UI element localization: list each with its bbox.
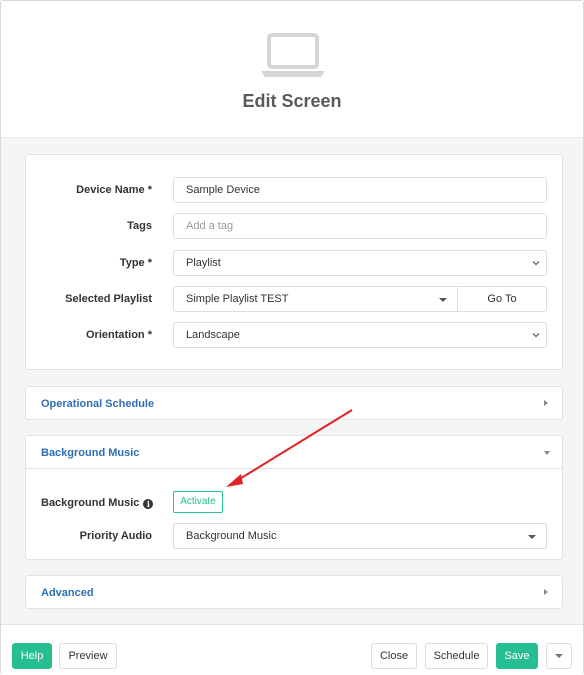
advanced-panel: Advanced	[25, 575, 563, 609]
chevron-down-icon	[532, 333, 540, 338]
info-icon[interactable]: i	[143, 499, 154, 509]
save-options-dropdown[interactable]	[546, 643, 572, 669]
selected-playlist-label: Selected Playlist	[65, 293, 152, 305]
modal-footer: Help Preview Close Schedule Save	[1, 624, 583, 675]
chevron-down-icon	[532, 261, 540, 266]
device-name-input[interactable]: Sample Device	[173, 177, 547, 203]
orientation-value: Landscape	[186, 329, 240, 341]
background-music-label: Background Music i	[41, 497, 154, 509]
modal-body: Device Name * Sample Device Tags Add a t…	[1, 137, 583, 624]
caret-down-icon	[555, 654, 563, 658]
type-value: Playlist	[186, 257, 221, 269]
priority-audio-select[interactable]: Background Music	[173, 523, 547, 549]
preview-button[interactable]: Preview	[59, 643, 117, 669]
tags-label: Tags	[127, 220, 152, 232]
caret-right-icon	[544, 589, 548, 595]
background-music-label-text: Background Music	[41, 497, 140, 509]
background-music-title: Background Music	[41, 447, 140, 459]
priority-audio-row: Priority Audio Background Music	[26, 523, 564, 550]
tags-row: Tags Add a tag	[26, 213, 564, 240]
operational-schedule-panel: Operational Schedule	[25, 386, 563, 420]
background-music-row: Background Music i Activate	[26, 491, 564, 518]
activate-button[interactable]: Activate	[173, 491, 223, 513]
go-to-button[interactable]: Go To	[457, 286, 547, 312]
operational-schedule-title: Operational Schedule	[41, 398, 155, 410]
selected-playlist-row: Selected Playlist Simple Playlist TEST G…	[26, 286, 564, 313]
schedule-button[interactable]: Schedule	[425, 643, 488, 669]
advanced-title: Advanced	[41, 587, 94, 599]
background-music-header[interactable]: Background Music	[26, 436, 564, 469]
close-button[interactable]: Close	[371, 643, 417, 669]
modal-header: Edit Screen	[1, 1, 583, 137]
caret-down-icon	[528, 535, 536, 539]
priority-audio-value: Background Music	[186, 530, 277, 542]
help-button[interactable]: Help	[12, 643, 52, 669]
operational-schedule-header[interactable]: Operational Schedule	[26, 387, 564, 420]
background-music-panel: Background Music Background Music i Activ…	[25, 435, 564, 560]
caret-right-icon	[544, 400, 548, 406]
type-label: Type *	[119, 257, 152, 269]
type-select[interactable]: Playlist	[173, 250, 547, 276]
type-row: Type * Playlist	[26, 250, 564, 277]
device-name-row: Device Name * Sample Device	[26, 177, 564, 204]
orientation-label: Orientation *	[85, 329, 152, 341]
page-title: Edit Screen	[242, 91, 342, 111]
orientation-select[interactable]: Landscape	[173, 322, 547, 348]
advanced-header[interactable]: Advanced	[26, 576, 564, 609]
caret-down-icon	[544, 451, 550, 455]
selected-playlist-value: Simple Playlist TEST	[186, 293, 289, 305]
priority-audio-label: Priority Audio	[79, 530, 152, 542]
device-name-label: Device Name *	[76, 184, 152, 196]
laptop-icon	[261, 33, 325, 77]
orientation-row: Orientation * Landscape	[26, 322, 564, 349]
save-button[interactable]: Save	[496, 643, 538, 669]
caret-down-icon	[439, 298, 447, 302]
tags-input[interactable]: Add a tag	[173, 213, 547, 239]
selected-playlist-select[interactable]: Simple Playlist TEST	[173, 286, 458, 312]
device-form-card: Device Name * Sample Device Tags Add a t…	[25, 154, 563, 370]
edit-screen-modal: Edit Screen Device Name * Sample Device …	[0, 0, 584, 675]
